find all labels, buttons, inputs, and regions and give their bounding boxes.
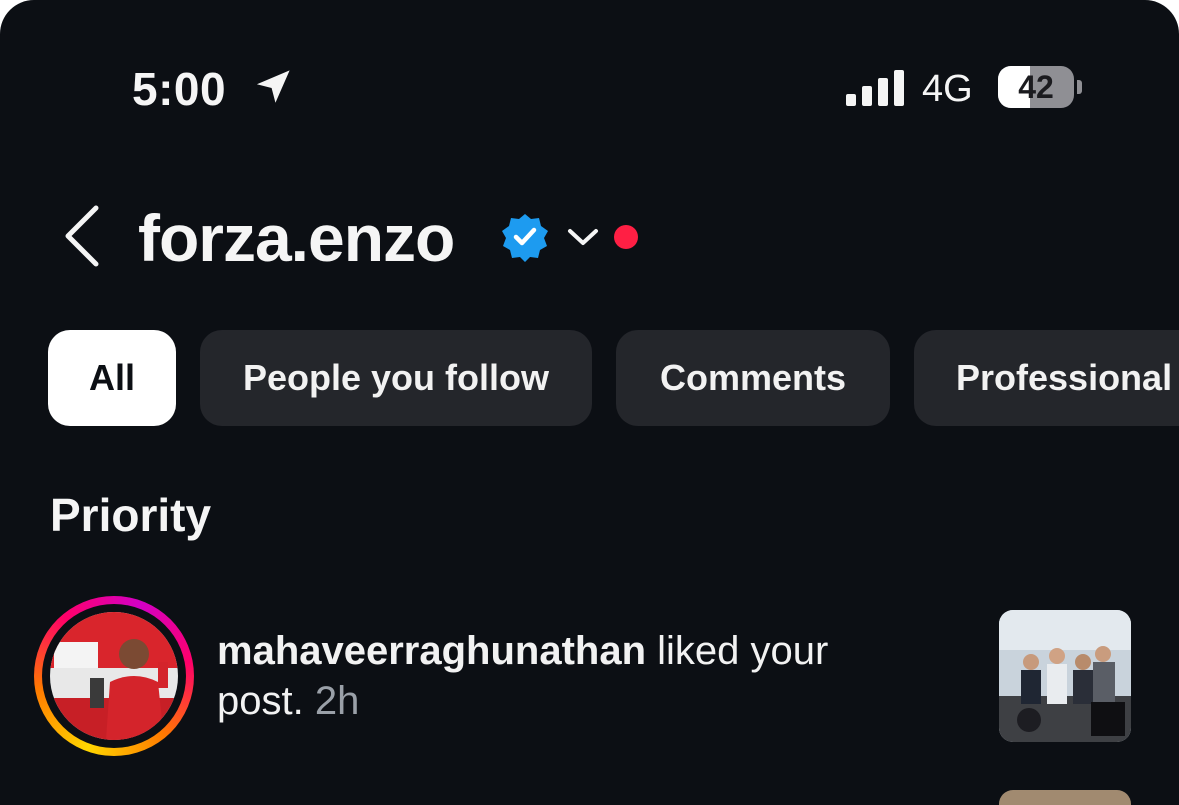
notification-dot	[614, 225, 638, 249]
avatar-photo	[50, 612, 178, 740]
chevron-down-icon[interactable]	[566, 226, 600, 248]
filter-chip-people-you-follow[interactable]: People you follow	[200, 330, 592, 426]
story-ring[interactable]	[34, 596, 194, 756]
location-arrow-icon	[256, 70, 290, 103]
avatar-border	[42, 604, 186, 748]
filter-chip-all[interactable]: All	[48, 330, 176, 426]
next-post-thumbnail[interactable]	[999, 790, 1131, 805]
notification-username[interactable]: mahaveerraghunathan	[217, 629, 646, 673]
account-username[interactable]: forza.enzo	[138, 200, 455, 276]
post-thumbnail-photo	[999, 610, 1131, 742]
battery-level: 42	[1018, 69, 1054, 105]
chevron-left-icon[interactable]	[60, 204, 104, 268]
battery-cap	[1077, 80, 1082, 94]
filter-chip-professional[interactable]: Professional	[914, 330, 1179, 426]
avatar[interactable]	[50, 612, 178, 740]
notifications-screen: 5:00 4G 42 forza.enzo All People you fol…	[0, 0, 1179, 805]
verified-badge-icon	[502, 214, 548, 262]
network-type-label: 4G	[922, 68, 973, 110]
notification-time: 2h	[314, 679, 360, 723]
section-title-priority: Priority	[50, 489, 212, 541]
filter-chip-comments[interactable]: Comments	[616, 330, 890, 426]
cellular-signal-icon	[846, 70, 904, 106]
notification-text[interactable]: mahaveerraghunathan liked your post. 2h	[217, 626, 917, 726]
status-time: 5:00	[132, 63, 227, 115]
battery-icon: 42	[998, 66, 1074, 108]
post-thumbnail[interactable]	[999, 610, 1131, 742]
